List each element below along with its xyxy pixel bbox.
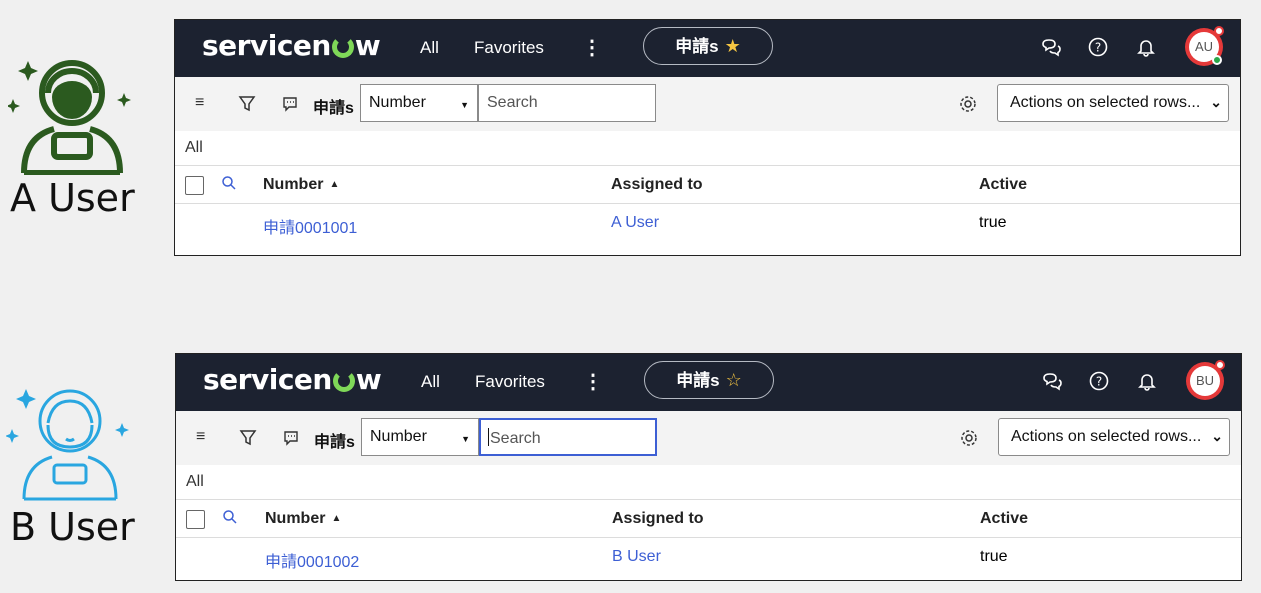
list-toolbar: ≡ 申請s Number ▼ Search Actions on selected… [175, 77, 1240, 131]
svg-text:?: ? [1095, 41, 1101, 55]
servicenow-panel-a: servicen w All Favorites ⋮ 申請s ★ ? AU ≡ 申請… [174, 19, 1241, 256]
chat-icon[interactable] [1040, 36, 1062, 58]
search-field-select[interactable]: Number ▼ [360, 84, 478, 122]
context-pill[interactable]: 申請s ☆ [644, 361, 774, 399]
select-all-checkbox[interactable] [186, 510, 205, 529]
hamburger-menu-icon[interactable]: ≡ [196, 428, 205, 446]
column-header-number-label: Number [263, 176, 324, 193]
favorite-star-icon[interactable]: ★ [725, 36, 741, 56]
select-all-checkbox[interactable] [185, 176, 204, 195]
context-pill[interactable]: 申請s ★ [643, 27, 773, 65]
breadcrumb[interactable]: All [175, 131, 1240, 166]
record-number-link[interactable]: 申請0001002 [265, 548, 359, 572]
help-icon[interactable]: ? [1087, 36, 1109, 58]
user-avatar[interactable]: BU [1186, 360, 1225, 400]
user-avatar[interactable]: AU [1185, 26, 1224, 66]
search-field-select-value: Number [369, 94, 426, 111]
column-header-number[interactable]: Number ▲ [263, 176, 339, 194]
astronaut-icon [6, 389, 129, 501]
hamburger-menu-icon[interactable]: ≡ [195, 94, 204, 112]
filter-icon[interactable] [238, 95, 256, 113]
servicenow-panel-b: servicen w All Favorites ⋮ 申請s ☆ ? BU ≡ 申請… [175, 353, 1242, 581]
list-title: 申請s [313, 100, 354, 117]
gear-icon[interactable] [959, 95, 977, 113]
active-value: true [979, 214, 1007, 231]
table-row: 申請0001001 A User true [175, 204, 1240, 242]
context-pill-label: 申請s [675, 37, 719, 56]
column-header-active[interactable]: Active [980, 510, 1028, 528]
chevron-down-icon: ⌄ [1211, 428, 1223, 444]
top-navigation-bar: servicen w All Favorites ⋮ 申請s ★ ? AU [175, 20, 1240, 77]
list-title: 申請s [314, 434, 355, 451]
text-cursor [488, 428, 489, 446]
column-header-assigned-to[interactable]: Assigned to [612, 510, 704, 528]
nav-more-icon[interactable]: ⋮ [583, 369, 603, 394]
avatar-initials: BU [1190, 366, 1220, 396]
avatar-alert-badge [1215, 360, 1225, 370]
assigned-to-link[interactable]: B User [612, 548, 661, 566]
nav-more-icon[interactable]: ⋮ [582, 35, 602, 60]
nav-all-link[interactable]: All [421, 372, 440, 392]
favorite-star-outline-icon[interactable]: ☆ [726, 370, 742, 390]
search-field-select[interactable]: Number ▼ [361, 418, 479, 456]
sort-ascending-icon: ▲ [329, 179, 340, 190]
avatar-alert-badge [1214, 26, 1224, 36]
nav-favorites-link[interactable]: Favorites [474, 38, 544, 58]
actions-select[interactable]: Actions on selected rows... ⌄ [997, 84, 1229, 122]
nav-all-link[interactable]: All [420, 38, 439, 58]
dropdown-caret-icon: ▼ [461, 434, 470, 444]
search-placeholder: Search [490, 430, 541, 447]
list-toolbar: ≡ 申請s Number ▼ Search Actions on selected… [176, 411, 1241, 465]
status-online-badge [1212, 55, 1222, 65]
user-name-label: B User [10, 505, 135, 549]
search-input[interactable]: Search [478, 84, 656, 122]
help-icon[interactable]: ? [1088, 370, 1110, 392]
user-name-label: A User [10, 176, 135, 220]
nav-favorites-link[interactable]: Favorites [475, 372, 545, 392]
actions-select-value: Actions on selected rows... [1010, 94, 1201, 111]
chat-icon[interactable] [1041, 370, 1063, 392]
search-icon[interactable] [221, 175, 237, 191]
column-header-active[interactable]: Active [979, 176, 1027, 194]
comment-icon[interactable] [283, 430, 299, 446]
dropdown-caret-icon: ▼ [460, 100, 469, 110]
context-pill-label: 申請s [676, 371, 720, 390]
bell-icon[interactable] [1135, 36, 1157, 58]
comment-icon[interactable] [282, 96, 298, 112]
table-header: Number ▲ Assigned to Active [176, 500, 1241, 538]
chevron-down-icon: ⌄ [1210, 94, 1222, 110]
svg-text:?: ? [1096, 375, 1102, 389]
bell-icon[interactable] [1136, 370, 1158, 392]
servicenow-logo[interactable]: servicen w [203, 363, 382, 396]
sort-ascending-icon: ▲ [331, 513, 342, 524]
column-header-assigned-to[interactable]: Assigned to [611, 176, 703, 194]
filter-icon[interactable] [239, 429, 257, 447]
record-number-link[interactable]: 申請0001001 [263, 214, 357, 238]
search-icon[interactable] [222, 509, 238, 525]
table-header: Number ▲ Assigned to Active [175, 166, 1240, 204]
astronaut-icon [8, 60, 131, 175]
active-value: true [980, 548, 1008, 565]
breadcrumb[interactable]: All [176, 465, 1241, 500]
search-field-select-value: Number [370, 428, 427, 445]
column-header-number[interactable]: Number ▲ [265, 510, 341, 528]
table-row: 申請0001002 B User true [176, 538, 1241, 576]
actions-select-value: Actions on selected rows... [1011, 428, 1202, 445]
actions-select[interactable]: Actions on selected rows... ⌄ [998, 418, 1230, 456]
top-navigation-bar: servicen w All Favorites ⋮ 申請s ☆ ? BU [176, 354, 1241, 411]
servicenow-logo[interactable]: servicen w [202, 29, 381, 62]
gear-icon[interactable] [960, 429, 978, 447]
search-input[interactable]: Search [479, 418, 657, 456]
column-header-number-label: Number [265, 510, 326, 527]
assigned-to-link[interactable]: A User [611, 214, 659, 232]
